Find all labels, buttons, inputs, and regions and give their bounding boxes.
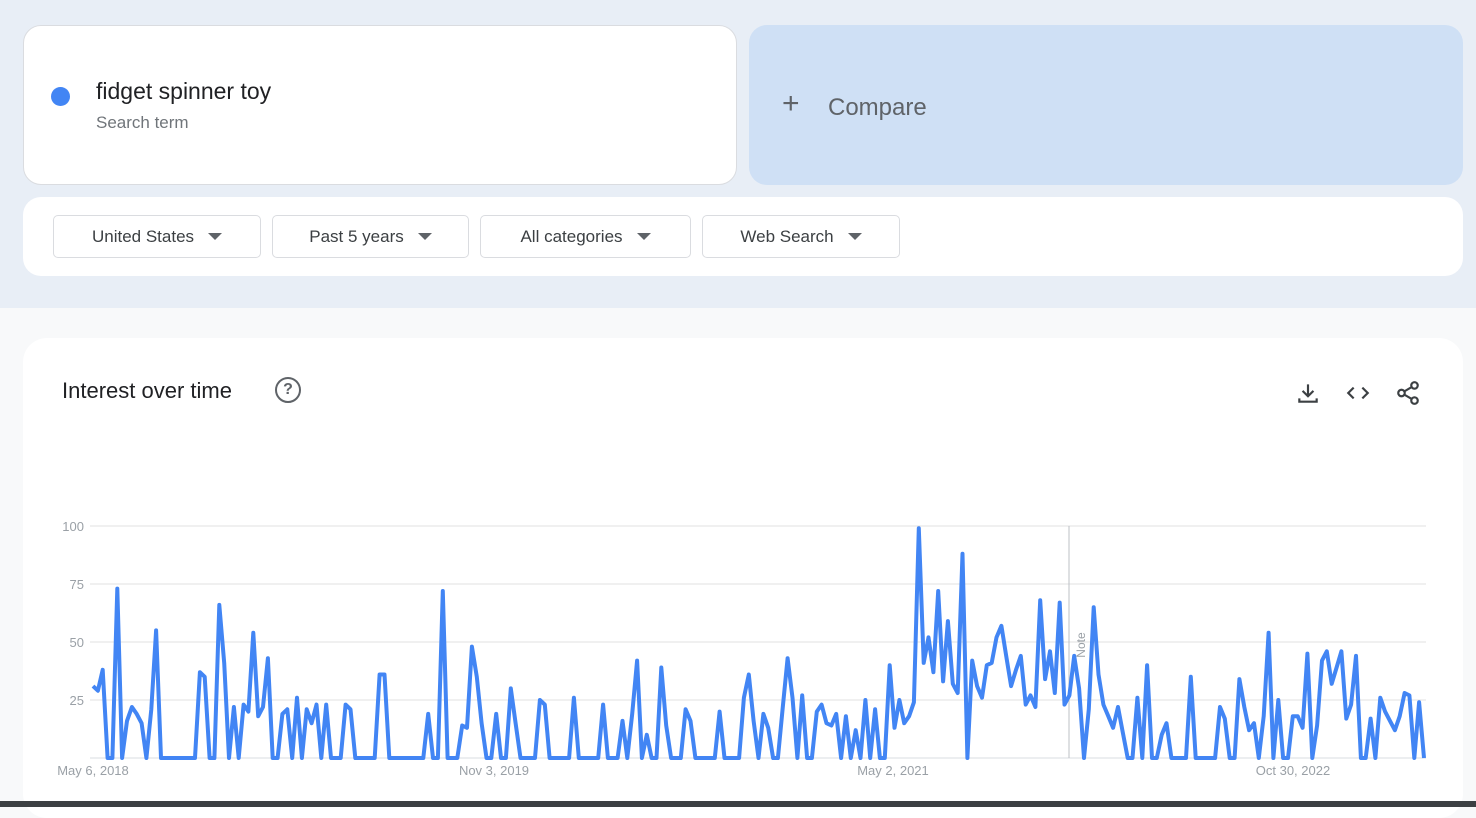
x-tick-label: May 2, 2021 (857, 763, 929, 778)
x-tick-label: Oct 30, 2022 (1256, 763, 1330, 778)
bottom-bar (0, 801, 1476, 807)
y-axis-labels: 100 75 50 25 (62, 519, 84, 708)
x-tick-label: Nov 3, 2019 (459, 763, 529, 778)
y-tick-label: 50 (70, 635, 84, 650)
y-tick-label: 75 (70, 577, 84, 592)
y-tick-label: 25 (70, 693, 84, 708)
x-axis-labels: May 6, 2018 Nov 3, 2019 May 2, 2021 Oct 30,… (57, 763, 1330, 778)
x-tick-label: May 6, 2018 (57, 763, 129, 778)
interest-line-chart: Note 100755025 May 6, 2018 Nov 3, 2019 May… (57, 519, 1426, 778)
series-line-fidget-spinner-toy[interactable] (91, 526, 1426, 760)
note-marker-label: Note (1074, 632, 1088, 658)
y-tick-label: 100 (62, 519, 84, 534)
